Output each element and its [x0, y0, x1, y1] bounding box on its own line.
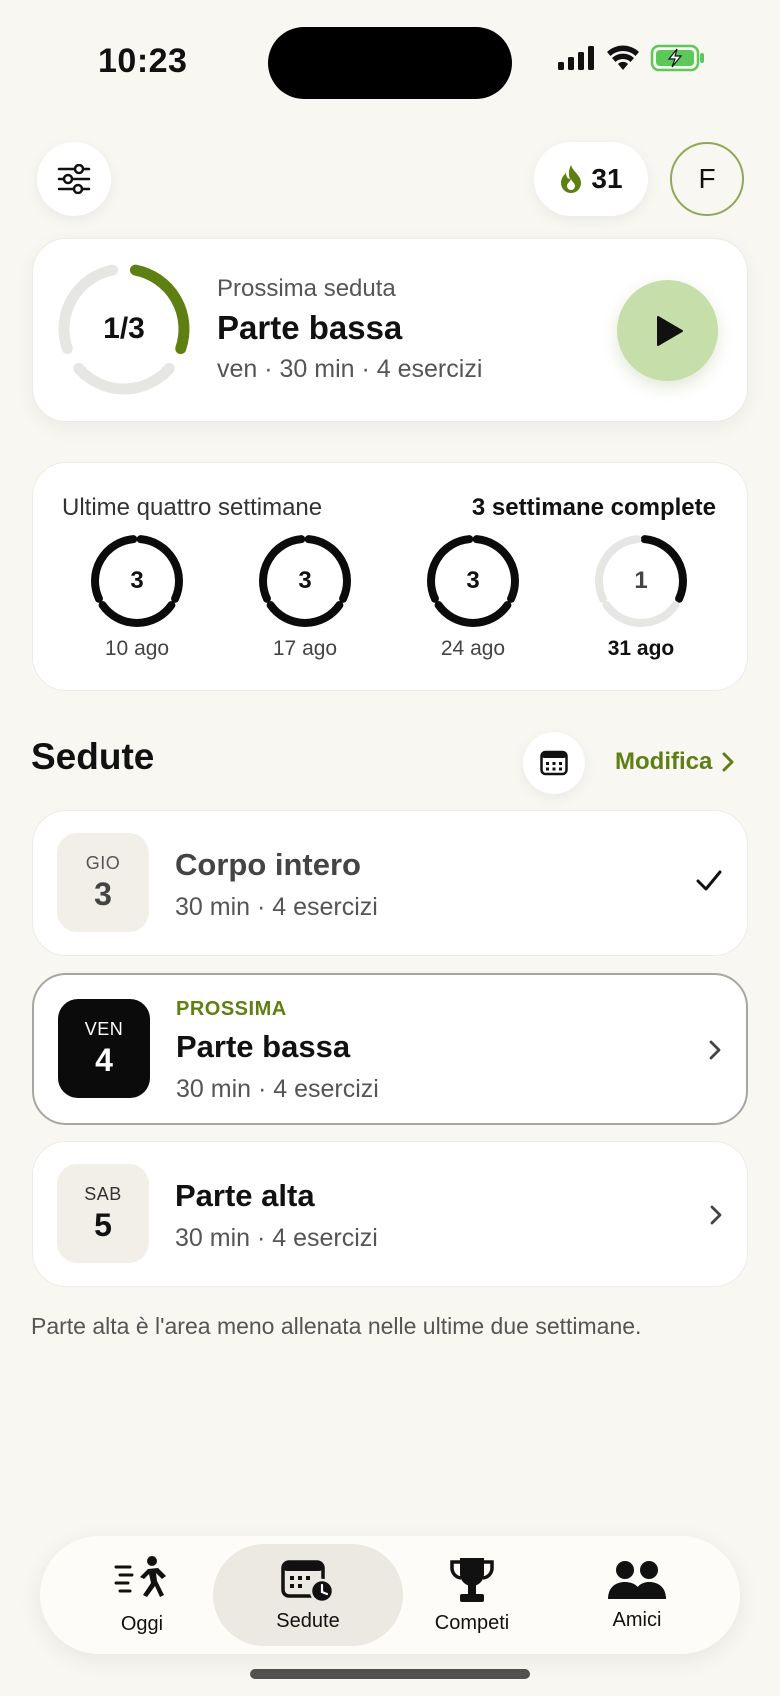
session-day: 4: [95, 1041, 113, 1078]
week-item: 3 10 ago: [82, 531, 192, 661]
status-icons: [556, 44, 706, 72]
next-session-title: Parte bassa: [217, 309, 403, 346]
checkmark-icon: [696, 870, 722, 891]
session-meta: 30 min · 4 esercizi: [176, 1075, 379, 1103]
streak-badge[interactable]: 31: [534, 142, 648, 216]
tab-label: Amici: [612, 1608, 662, 1631]
tab-label: Sedute: [276, 1609, 340, 1632]
tab-oggi[interactable]: Oggi: [72, 1544, 212, 1646]
battery-charging-icon: [650, 44, 704, 72]
streak-count: 31: [591, 163, 623, 194]
edit-label: Modifica: [615, 748, 713, 775]
week-count: 1: [634, 567, 648, 594]
play-button[interactable]: [617, 280, 718, 381]
session-weekday: SAB: [84, 1183, 122, 1204]
week-item-current: 1 31 ago: [586, 531, 696, 661]
runner-icon: [114, 1555, 166, 1597]
next-session-kicker: Prossima seduta: [217, 275, 396, 302]
home-indicator: [250, 1669, 530, 1679]
session-title: Parte bassa: [176, 1029, 351, 1064]
sessions-title: Sedute: [31, 736, 155, 777]
session-meta: 30 min · 4 esercizi: [175, 893, 378, 921]
chevron-right-icon: [709, 1040, 721, 1060]
tab-sedute[interactable]: Sedute: [213, 1544, 403, 1646]
status-time: 10:23: [98, 42, 188, 80]
chevron-right-icon: [722, 752, 734, 772]
session-row-corpo-intero[interactable]: GIO 3 Corpo intero 30 min · 4 esercizi: [32, 810, 748, 956]
session-kicker: PROSSIMA: [176, 998, 287, 1020]
calendar-clock-icon: [281, 1559, 335, 1603]
weeks-summary: 3 settimane complete: [471, 494, 716, 521]
wifi-icon: [607, 45, 639, 70]
tab-label: Competi: [434, 1611, 510, 1634]
session-day: 5: [94, 1206, 112, 1243]
weeks-title: Ultime quattro settimane: [62, 494, 323, 521]
session-title: Corpo intero: [175, 847, 361, 882]
session-weekday: VEN: [84, 1018, 124, 1039]
week-item: 3 17 ago: [250, 531, 360, 661]
progress-label: 1/3: [103, 312, 145, 345]
session-date: SAB 5: [57, 1164, 149, 1263]
session-date: VEN 4: [58, 999, 150, 1098]
week-label: 10 ago: [104, 637, 170, 660]
tab-competi[interactable]: Competi: [402, 1544, 542, 1646]
tab-label: Oggi: [120, 1612, 164, 1635]
next-session-meta: ven · 30 min · 4 esercizi: [217, 355, 483, 383]
session-title: Parte alta: [175, 1178, 315, 1213]
week-count: 3: [466, 567, 480, 594]
session-day: 3: [94, 875, 112, 912]
hint-text: Parte alta è l'area meno allenata nelle …: [31, 1313, 642, 1339]
play-icon: [656, 315, 683, 346]
session-date: GIO 3: [57, 833, 149, 932]
trophy-icon: [450, 1557, 494, 1602]
filter-button[interactable]: [37, 142, 111, 216]
session-weekday: GIO: [85, 852, 121, 873]
week-label: 31 ago: [607, 637, 675, 660]
week-count: 3: [298, 567, 312, 594]
sliders-icon: [57, 164, 91, 194]
avatar[interactable]: F: [670, 142, 744, 216]
flame-icon: [561, 165, 582, 193]
session-row-parte-bassa[interactable]: VEN 4 PROSSIMA Parte bassa 30 min · 4 es…: [32, 973, 748, 1125]
week-item: 3 24 ago: [418, 531, 528, 661]
tab-amici[interactable]: Amici: [567, 1544, 707, 1646]
calendar-icon: [540, 750, 568, 776]
week-label: 17 ago: [272, 637, 338, 660]
signal-icon: [558, 46, 594, 70]
dynamic-island: [268, 27, 512, 99]
week-label: 24 ago: [440, 637, 506, 660]
edit-link[interactable]: Modifica: [615, 748, 734, 776]
chevron-right-icon: [710, 1205, 722, 1225]
people-icon: [608, 1560, 666, 1599]
session-row-parte-alta[interactable]: SAB 5 Parte alta 30 min · 4 esercizi: [32, 1141, 748, 1287]
week-count: 3: [130, 567, 144, 594]
session-meta: 30 min · 4 esercizi: [175, 1224, 378, 1252]
calendar-button[interactable]: [523, 732, 585, 794]
